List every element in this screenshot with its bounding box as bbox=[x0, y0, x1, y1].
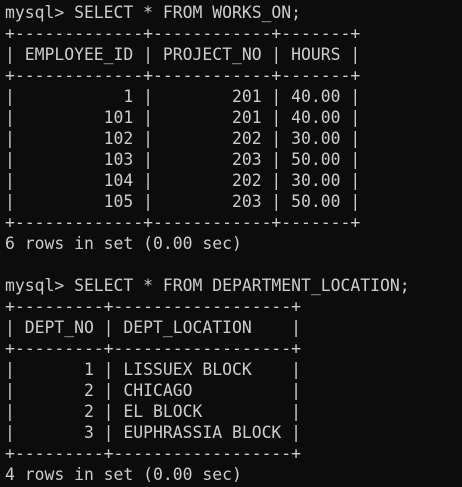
table-row: | 102 | 202 | 30.00 | bbox=[5, 129, 361, 148]
table-row: | 101 | 201 | 40.00 | bbox=[5, 108, 361, 127]
mysql-prompt-query-works-on: mysql> SELECT * FROM WORKS_ON; bbox=[5, 3, 302, 22]
table-row: | 2 | EL BLOCK | bbox=[5, 402, 302, 421]
table-row: | 1 | LISSUEX BLOCK | bbox=[5, 360, 302, 379]
table-row: | 2 | CHICAGO | bbox=[5, 381, 302, 400]
table-border-header: +---------+------------------+ bbox=[5, 339, 302, 358]
table-header-row: | EMPLOYEE_ID | PROJECT_NO | HOURS | bbox=[5, 45, 361, 64]
table-border-top: +-------------+------------+-------+ bbox=[5, 24, 361, 43]
result-summary: 4 rows in set (0.00 sec) bbox=[5, 465, 242, 484]
table-header-row: | DEPT_NO | DEPT_LOCATION | bbox=[5, 318, 302, 337]
table-row: | 105 | 203 | 50.00 | bbox=[5, 192, 361, 211]
table-row: | 3 | EUPHRASSIA BLOCK | bbox=[5, 423, 302, 442]
table-border-top: +---------+------------------+ bbox=[5, 297, 302, 316]
terminal-window[interactable]: mysql> SELECT * FROM WORKS_ON; +--------… bbox=[0, 0, 462, 487]
table-border-header: +-------------+------------+-------+ bbox=[5, 66, 361, 85]
mysql-prompt-query-department-location: mysql> SELECT * FROM DEPARTMENT_LOCATION… bbox=[5, 276, 410, 295]
table-border-bottom: +-------------+------------+-------+ bbox=[5, 213, 361, 232]
table-border-bottom: +---------+------------------+ bbox=[5, 444, 302, 463]
table-row: | 1 | 201 | 40.00 | bbox=[5, 87, 361, 106]
result-summary: 6 rows in set (0.00 sec) bbox=[5, 234, 242, 253]
table-row: | 104 | 202 | 30.00 | bbox=[5, 171, 361, 190]
table-row: | 103 | 203 | 50.00 | bbox=[5, 150, 361, 169]
